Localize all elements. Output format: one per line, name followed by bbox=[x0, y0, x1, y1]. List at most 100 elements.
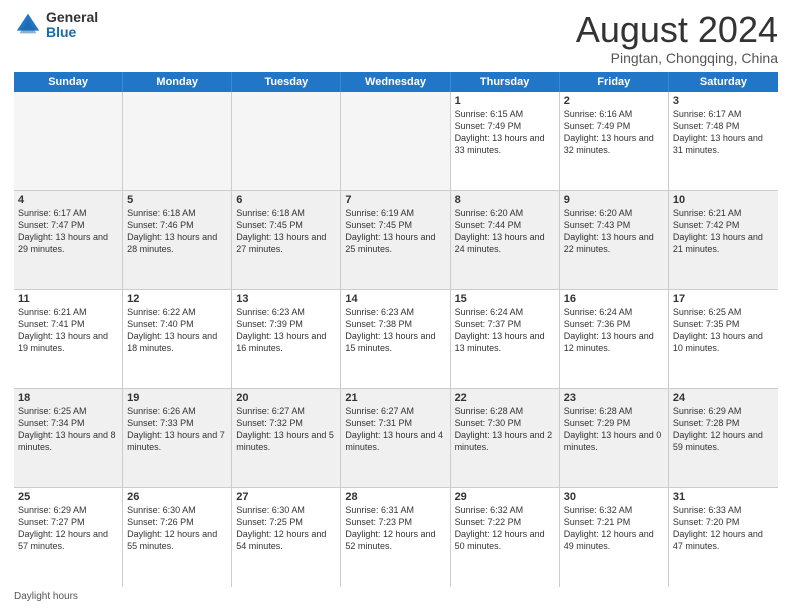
header: General Blue August 2024 Pingtan, Chongq… bbox=[14, 10, 778, 66]
calendar-cell bbox=[14, 92, 123, 190]
calendar-row: 1Sunrise: 6:15 AM Sunset: 7:49 PM Daylig… bbox=[14, 92, 778, 191]
day-info: Sunrise: 6:20 AM Sunset: 7:44 PM Dayligh… bbox=[455, 207, 555, 256]
logo-blue: Blue bbox=[46, 25, 98, 40]
day-number: 16 bbox=[564, 293, 664, 305]
calendar-cell: 4Sunrise: 6:17 AM Sunset: 7:47 PM Daylig… bbox=[14, 191, 123, 289]
calendar-cell: 7Sunrise: 6:19 AM Sunset: 7:45 PM Daylig… bbox=[341, 191, 450, 289]
day-number: 19 bbox=[127, 392, 227, 404]
calendar-cell: 19Sunrise: 6:26 AM Sunset: 7:33 PM Dayli… bbox=[123, 389, 232, 487]
day-number: 12 bbox=[127, 293, 227, 305]
day-info: Sunrise: 6:29 AM Sunset: 7:28 PM Dayligh… bbox=[673, 405, 774, 454]
day-info: Sunrise: 6:32 AM Sunset: 7:22 PM Dayligh… bbox=[455, 504, 555, 553]
day-info: Sunrise: 6:28 AM Sunset: 7:29 PM Dayligh… bbox=[564, 405, 664, 454]
day-info: Sunrise: 6:31 AM Sunset: 7:23 PM Dayligh… bbox=[345, 504, 445, 553]
calendar-cell: 5Sunrise: 6:18 AM Sunset: 7:46 PM Daylig… bbox=[123, 191, 232, 289]
calendar-cell: 26Sunrise: 6:30 AM Sunset: 7:26 PM Dayli… bbox=[123, 488, 232, 587]
calendar-cell: 21Sunrise: 6:27 AM Sunset: 7:31 PM Dayli… bbox=[341, 389, 450, 487]
weekday-header-sunday: Sunday bbox=[14, 72, 123, 92]
day-info: Sunrise: 6:20 AM Sunset: 7:43 PM Dayligh… bbox=[564, 207, 664, 256]
page: General Blue August 2024 Pingtan, Chongq… bbox=[0, 0, 792, 612]
day-info: Sunrise: 6:21 AM Sunset: 7:41 PM Dayligh… bbox=[18, 306, 118, 355]
day-number: 26 bbox=[127, 491, 227, 503]
day-number: 3 bbox=[673, 95, 774, 107]
day-number: 22 bbox=[455, 392, 555, 404]
day-info: Sunrise: 6:29 AM Sunset: 7:27 PM Dayligh… bbox=[18, 504, 118, 553]
footer: Daylight hours bbox=[14, 591, 778, 602]
calendar-row: 11Sunrise: 6:21 AM Sunset: 7:41 PM Dayli… bbox=[14, 290, 778, 389]
day-number: 24 bbox=[673, 392, 774, 404]
calendar-cell: 2Sunrise: 6:16 AM Sunset: 7:49 PM Daylig… bbox=[560, 92, 669, 190]
calendar-cell: 8Sunrise: 6:20 AM Sunset: 7:44 PM Daylig… bbox=[451, 191, 560, 289]
day-number: 8 bbox=[455, 194, 555, 206]
weekday-header-saturday: Saturday bbox=[669, 72, 778, 92]
day-number: 28 bbox=[345, 491, 445, 503]
title-block: August 2024 Pingtan, Chongqing, China bbox=[576, 10, 778, 66]
month-title: August 2024 bbox=[576, 10, 778, 50]
day-info: Sunrise: 6:30 AM Sunset: 7:26 PM Dayligh… bbox=[127, 504, 227, 553]
logo-text: General Blue bbox=[46, 10, 98, 41]
calendar-cell: 22Sunrise: 6:28 AM Sunset: 7:30 PM Dayli… bbox=[451, 389, 560, 487]
day-number: 4 bbox=[18, 194, 118, 206]
day-info: Sunrise: 6:17 AM Sunset: 7:47 PM Dayligh… bbox=[18, 207, 118, 256]
weekday-header-tuesday: Tuesday bbox=[232, 72, 341, 92]
calendar-cell: 9Sunrise: 6:20 AM Sunset: 7:43 PM Daylig… bbox=[560, 191, 669, 289]
day-number: 29 bbox=[455, 491, 555, 503]
calendar-header: SundayMondayTuesdayWednesdayThursdayFrid… bbox=[14, 72, 778, 92]
calendar-cell: 12Sunrise: 6:22 AM Sunset: 7:40 PM Dayli… bbox=[123, 290, 232, 388]
calendar-row: 25Sunrise: 6:29 AM Sunset: 7:27 PM Dayli… bbox=[14, 488, 778, 587]
calendar-cell bbox=[341, 92, 450, 190]
calendar-cell: 18Sunrise: 6:25 AM Sunset: 7:34 PM Dayli… bbox=[14, 389, 123, 487]
weekday-header-monday: Monday bbox=[123, 72, 232, 92]
calendar-body: 1Sunrise: 6:15 AM Sunset: 7:49 PM Daylig… bbox=[14, 92, 778, 587]
day-info: Sunrise: 6:18 AM Sunset: 7:45 PM Dayligh… bbox=[236, 207, 336, 256]
logo: General Blue bbox=[14, 10, 98, 41]
calendar: SundayMondayTuesdayWednesdayThursdayFrid… bbox=[14, 72, 778, 587]
day-number: 23 bbox=[564, 392, 664, 404]
calendar-cell: 27Sunrise: 6:30 AM Sunset: 7:25 PM Dayli… bbox=[232, 488, 341, 587]
day-number: 17 bbox=[673, 293, 774, 305]
day-number: 13 bbox=[236, 293, 336, 305]
calendar-cell: 28Sunrise: 6:31 AM Sunset: 7:23 PM Dayli… bbox=[341, 488, 450, 587]
day-info: Sunrise: 6:16 AM Sunset: 7:49 PM Dayligh… bbox=[564, 108, 664, 157]
calendar-cell: 15Sunrise: 6:24 AM Sunset: 7:37 PM Dayli… bbox=[451, 290, 560, 388]
calendar-cell: 6Sunrise: 6:18 AM Sunset: 7:45 PM Daylig… bbox=[232, 191, 341, 289]
calendar-cell: 10Sunrise: 6:21 AM Sunset: 7:42 PM Dayli… bbox=[669, 191, 778, 289]
day-info: Sunrise: 6:21 AM Sunset: 7:42 PM Dayligh… bbox=[673, 207, 774, 256]
day-info: Sunrise: 6:32 AM Sunset: 7:21 PM Dayligh… bbox=[564, 504, 664, 553]
calendar-cell: 16Sunrise: 6:24 AM Sunset: 7:36 PM Dayli… bbox=[560, 290, 669, 388]
weekday-header-friday: Friday bbox=[560, 72, 669, 92]
calendar-cell: 31Sunrise: 6:33 AM Sunset: 7:20 PM Dayli… bbox=[669, 488, 778, 587]
day-number: 6 bbox=[236, 194, 336, 206]
day-info: Sunrise: 6:28 AM Sunset: 7:30 PM Dayligh… bbox=[455, 405, 555, 454]
day-number: 11 bbox=[18, 293, 118, 305]
day-number: 25 bbox=[18, 491, 118, 503]
calendar-cell: 3Sunrise: 6:17 AM Sunset: 7:48 PM Daylig… bbox=[669, 92, 778, 190]
day-number: 30 bbox=[564, 491, 664, 503]
day-info: Sunrise: 6:22 AM Sunset: 7:40 PM Dayligh… bbox=[127, 306, 227, 355]
location-subtitle: Pingtan, Chongqing, China bbox=[576, 50, 778, 66]
day-info: Sunrise: 6:17 AM Sunset: 7:48 PM Dayligh… bbox=[673, 108, 774, 157]
day-number: 18 bbox=[18, 392, 118, 404]
day-number: 20 bbox=[236, 392, 336, 404]
day-info: Sunrise: 6:24 AM Sunset: 7:36 PM Dayligh… bbox=[564, 306, 664, 355]
day-info: Sunrise: 6:30 AM Sunset: 7:25 PM Dayligh… bbox=[236, 504, 336, 553]
calendar-cell bbox=[232, 92, 341, 190]
day-number: 21 bbox=[345, 392, 445, 404]
calendar-cell: 29Sunrise: 6:32 AM Sunset: 7:22 PM Dayli… bbox=[451, 488, 560, 587]
day-info: Sunrise: 6:23 AM Sunset: 7:38 PM Dayligh… bbox=[345, 306, 445, 355]
day-number: 10 bbox=[673, 194, 774, 206]
calendar-row: 4Sunrise: 6:17 AM Sunset: 7:47 PM Daylig… bbox=[14, 191, 778, 290]
calendar-row: 18Sunrise: 6:25 AM Sunset: 7:34 PM Dayli… bbox=[14, 389, 778, 488]
day-info: Sunrise: 6:15 AM Sunset: 7:49 PM Dayligh… bbox=[455, 108, 555, 157]
calendar-cell: 25Sunrise: 6:29 AM Sunset: 7:27 PM Dayli… bbox=[14, 488, 123, 587]
calendar-cell: 30Sunrise: 6:32 AM Sunset: 7:21 PM Dayli… bbox=[560, 488, 669, 587]
day-number: 9 bbox=[564, 194, 664, 206]
weekday-header-wednesday: Wednesday bbox=[341, 72, 450, 92]
day-number: 27 bbox=[236, 491, 336, 503]
day-info: Sunrise: 6:25 AM Sunset: 7:35 PM Dayligh… bbox=[673, 306, 774, 355]
logo-general: General bbox=[46, 10, 98, 25]
day-info: Sunrise: 6:19 AM Sunset: 7:45 PM Dayligh… bbox=[345, 207, 445, 256]
day-info: Sunrise: 6:24 AM Sunset: 7:37 PM Dayligh… bbox=[455, 306, 555, 355]
day-number: 5 bbox=[127, 194, 227, 206]
calendar-cell: 24Sunrise: 6:29 AM Sunset: 7:28 PM Dayli… bbox=[669, 389, 778, 487]
